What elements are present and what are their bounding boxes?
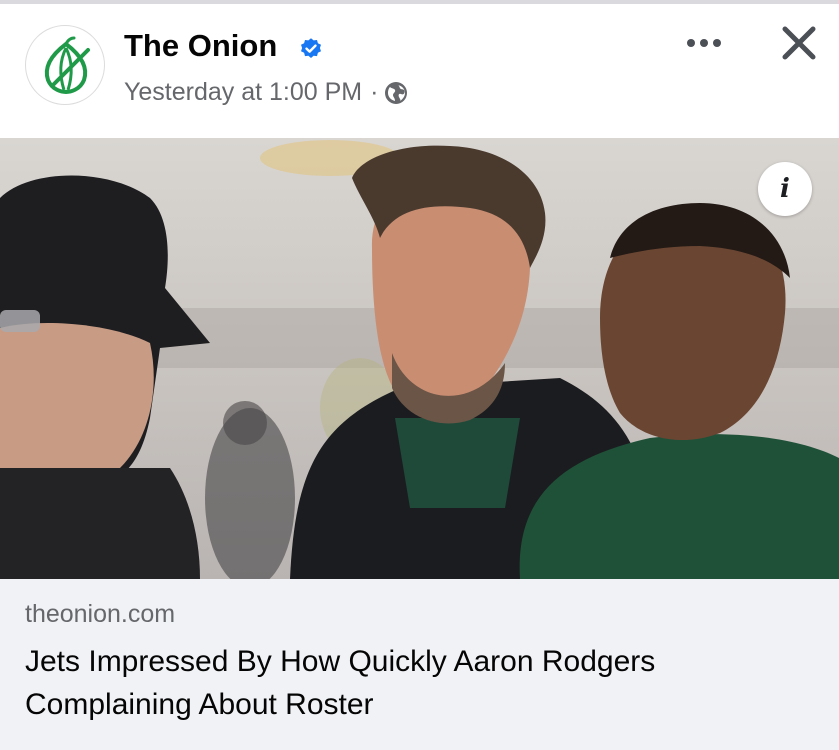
close-icon[interactable] — [780, 24, 818, 62]
page-avatar[interactable] — [25, 25, 105, 105]
photo-illustration — [0, 138, 839, 579]
post-meta: Yesterday at 1:00 PM · — [124, 78, 408, 107]
link-headline[interactable]: Jets Impressed By How Quickly Aaron Rodg… — [25, 640, 815, 726]
post-header — [0, 4, 839, 138]
post-timestamp[interactable]: Yesterday at 1:00 PM — [124, 78, 362, 107]
meta-separator: · — [370, 78, 379, 106]
link-domain[interactable]: theonion.com — [25, 600, 175, 629]
verified-badge-icon — [301, 38, 321, 58]
onion-logo-icon — [44, 36, 90, 95]
globe-icon — [385, 81, 408, 104]
more-options-icon[interactable] — [686, 32, 722, 54]
ad-info-button[interactable]: i — [758, 162, 812, 216]
page-name[interactable]: The Onion — [124, 28, 277, 64]
post-photo[interactable] — [0, 138, 839, 579]
